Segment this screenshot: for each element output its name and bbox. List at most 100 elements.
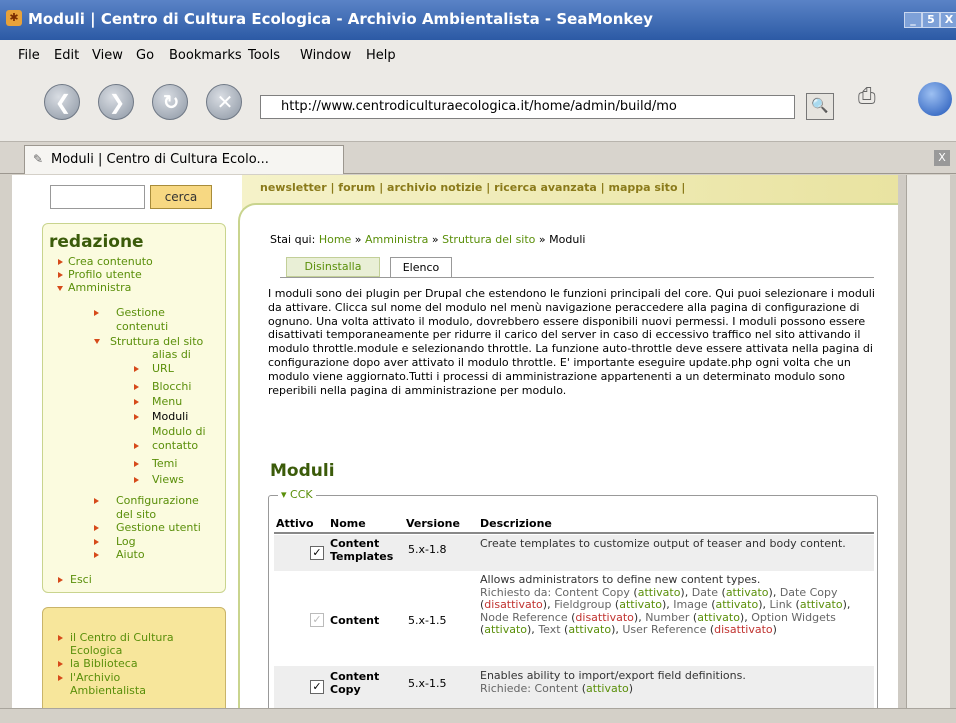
tab-elenco[interactable]: Elenco — [390, 257, 452, 278]
vertical-scrollbar[interactable] — [898, 175, 956, 708]
col-versione: Versione — [406, 517, 460, 530]
req-status: attivato — [715, 598, 759, 611]
module-name-line2: Templates — [330, 549, 394, 563]
req-status: attivato — [725, 585, 769, 599]
cerca-button[interactable]: cerca — [150, 185, 212, 209]
top-links[interactable]: newsletter | forum | archivio notizie | … — [260, 181, 685, 194]
req-name: Number — [645, 610, 690, 624]
menu-temi[interactable]: Temi — [152, 457, 177, 470]
bullet-icon — [58, 675, 63, 681]
menu-esci[interactable]: Esci — [70, 573, 92, 586]
tab-moduli[interactable]: ✎ Moduli | Centro di Cultura Ecolo... — [24, 145, 344, 174]
page-viewport: newsletter | forum | archivio notizie | … — [12, 175, 898, 708]
requires-label: Richiede: — [480, 681, 531, 695]
module-description: Allows administrators to define new cont… — [480, 573, 851, 636]
intro-text: I moduli sono dei plugin per Drupal che … — [268, 287, 875, 397]
menu-del-sito[interactable]: del sito — [116, 508, 156, 521]
menu-configurazione[interactable]: Configurazione — [116, 494, 199, 507]
breadcrumb-struttura[interactable]: Struttura del sito — [442, 233, 535, 246]
menu-bookmarks[interactable]: Bookmarks — [169, 48, 242, 63]
menu-contatto[interactable]: contatto — [152, 439, 198, 452]
menu-view[interactable]: View — [92, 48, 123, 63]
modules-heading: Moduli — [270, 461, 335, 481]
link-biblioteca[interactable]: la Biblioteca — [70, 657, 138, 670]
req-name: Content Copy — [554, 585, 630, 599]
bullet-icon — [134, 414, 139, 420]
forward-button[interactable]: ❯ — [98, 84, 134, 120]
col-descrizione: Descrizione — [480, 517, 552, 530]
menu-profilo-utente[interactable]: Profilo utente — [68, 268, 142, 281]
page-icon: ✎ — [33, 152, 44, 166]
menu-struttura-del-sito[interactable]: Struttura del sito — [110, 335, 203, 348]
site-search-input[interactable] — [50, 185, 145, 209]
bullet-icon — [58, 259, 63, 265]
search-icon: 🔍 — [811, 98, 829, 114]
link-ecologica[interactable]: Ecologica — [70, 644, 122, 657]
menu-crea-contenuto[interactable]: Crea contenuto — [68, 255, 153, 268]
req-status: disattivato — [714, 623, 773, 636]
link-centro-cultura[interactable]: il Centro di Cultura — [70, 631, 174, 644]
module-checkbox[interactable]: ✓ — [310, 546, 324, 560]
scrollbar-track[interactable] — [906, 175, 950, 708]
close-window-button[interactable]: X — [940, 12, 956, 28]
menu-contenuti[interactable]: contenuti — [116, 320, 168, 333]
search-button[interactable]: 🔍 — [806, 93, 834, 120]
req-name: User Reference — [622, 623, 707, 636]
menu-menu[interactable]: Menu — [152, 395, 182, 408]
menu-go[interactable]: Go — [136, 48, 154, 63]
req-status: attivato — [637, 585, 681, 599]
module-description: Enables ability to import/export field d… — [480, 669, 746, 695]
stop-button[interactable]: ✕ — [206, 84, 242, 120]
col-nome: Nome — [330, 517, 366, 530]
back-arrow-icon: ❮ — [54, 90, 72, 114]
cck-legend-label: CCK — [290, 488, 313, 501]
req-name: Image — [673, 598, 708, 611]
link-ambientalista[interactable]: Ambientalista — [70, 684, 146, 697]
tab-disinstalla[interactable]: Disinstalla — [286, 257, 380, 277]
bullet-icon — [94, 498, 99, 504]
back-button[interactable]: ❮ — [44, 84, 80, 120]
reload-icon: ↻ — [162, 90, 180, 114]
req-status: attivato — [568, 623, 612, 636]
menu-modulo-di[interactable]: Modulo di — [152, 425, 206, 438]
bullet-expanded-icon — [57, 286, 63, 291]
menu-views[interactable]: Views — [152, 473, 184, 486]
minimize-button[interactable]: _ — [904, 12, 922, 28]
req-status: attivato — [619, 598, 662, 611]
link-archivio[interactable]: l'Archivio — [70, 671, 120, 684]
module-name: Content Copy — [330, 670, 379, 696]
breadcrumb-amministra[interactable]: Amministra — [365, 233, 428, 246]
breadcrumb-home[interactable]: Home — [319, 233, 351, 246]
table-header-divider — [274, 532, 874, 534]
menu-amministra[interactable]: Amministra — [68, 281, 131, 294]
maximize-button[interactable]: 5 — [922, 12, 940, 28]
throbber-icon — [918, 82, 952, 116]
menu-help[interactable]: Help — [366, 48, 396, 63]
module-checkbox[interactable]: ✓ — [310, 680, 324, 694]
menu-url[interactable]: URL — [152, 362, 174, 375]
menu-moduli[interactable]: Moduli — [152, 410, 188, 423]
bullet-icon — [58, 577, 63, 583]
close-tab-button[interactable]: X — [934, 150, 950, 166]
menu-edit[interactable]: Edit — [54, 48, 79, 63]
menu-aiuto[interactable]: Aiuto — [116, 548, 145, 561]
menu-gestione-utenti[interactable]: Gestione utenti — [116, 521, 201, 534]
req-name: Node Reference — [480, 610, 568, 624]
menu-window[interactable]: Window — [300, 48, 351, 63]
menu-alias-di[interactable]: alias di — [152, 348, 191, 361]
menu-file[interactable]: File — [18, 48, 40, 63]
bullet-icon — [94, 310, 99, 316]
menu-log[interactable]: Log — [116, 535, 136, 548]
reload-button[interactable]: ↻ — [152, 84, 188, 120]
menu-gestione[interactable]: Gestione — [116, 306, 165, 319]
table-row: ✓ Content 5.x-1.5 Allows administrators … — [274, 571, 874, 666]
table-row: ✓ Content Copy 5.x-1.5 Enables ability to… — [274, 666, 874, 708]
bullet-icon — [94, 525, 99, 531]
cck-legend[interactable]: ▾ CCK — [278, 488, 316, 501]
req-status: attivato — [799, 598, 843, 611]
menu-blocchi[interactable]: Blocchi — [152, 380, 191, 393]
url-field[interactable]: http://www.centrodiculturaecologica.it/h… — [260, 95, 795, 119]
menu-tools[interactable]: Tools — [248, 48, 280, 63]
print-icon[interactable]: ⎙ — [858, 84, 894, 118]
sidebar: cerca redazione Crea contenuto Profilo u… — [12, 175, 232, 708]
